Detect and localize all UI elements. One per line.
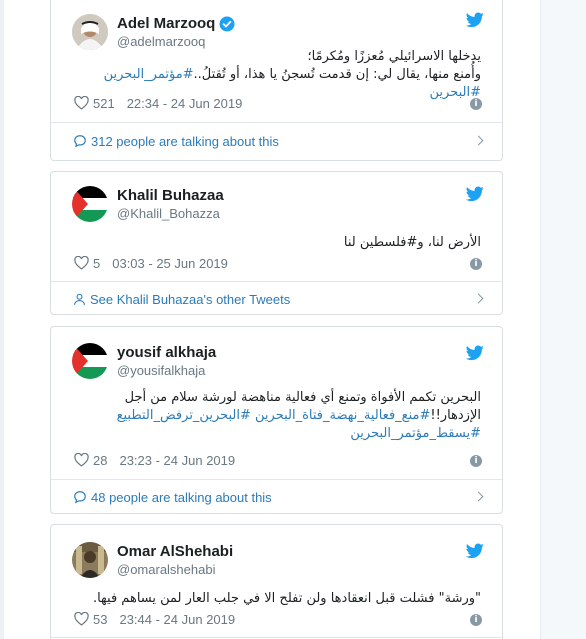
tweet-header: yousif alkhaja @yousifalkhaja — [72, 339, 216, 383]
info-icon[interactable]: i — [470, 614, 482, 626]
card-divider — [51, 281, 502, 282]
conversation-label[interactable]: 312 people are talking about this — [91, 134, 279, 149]
info-icon[interactable]: i — [470, 455, 482, 467]
avatar[interactable] — [72, 14, 108, 50]
tweet-meta: 5 03:03 - 25 Jun 2019 — [74, 254, 228, 272]
tweet-text: "ورشة" فشلت قبل انعقادها ولن تفلح الا في… — [72, 590, 481, 608]
tweet-timestamp[interactable]: 22:34 - 24 Jun 2019 — [127, 96, 243, 111]
author-handle[interactable]: @Khalil_Bohazza — [117, 205, 224, 222]
tweet-card[interactable]: Omar AlShehabi @omaralshehabi "ورشة" فشل… — [50, 524, 503, 639]
twitter-bird-icon[interactable] — [466, 345, 484, 361]
avatar[interactable] — [72, 186, 108, 222]
chevron-right-icon[interactable] — [473, 135, 484, 146]
author-handle[interactable]: @omaralshehabi — [117, 561, 233, 578]
info-icon[interactable]: i — [470, 258, 482, 270]
author-name[interactable]: Omar AlShehabi — [117, 542, 233, 561]
heart-icon[interactable] — [74, 453, 89, 467]
conversation-link[interactable]: 48 people are talking about this — [73, 487, 484, 507]
palestine-flag-icon — [72, 343, 108, 379]
verified-badge-icon — [219, 16, 235, 31]
heart-icon[interactable] — [74, 96, 89, 110]
twitter-bird-icon[interactable] — [466, 543, 484, 559]
like-count[interactable]: 53 — [93, 612, 107, 627]
palestine-flag-icon — [72, 186, 108, 222]
tweet-timestamp[interactable]: 23:23 - 24 Jun 2019 — [119, 453, 235, 468]
chevron-right-icon[interactable] — [473, 491, 484, 502]
author-handle[interactable]: @yousifalkhaja — [117, 362, 216, 379]
conversation-link[interactable]: 312 people are talking about this — [73, 131, 484, 151]
tweet-text-line: يدخلها الاسرائيلي مُعززًا ومُكرمًا؛ — [307, 49, 481, 64]
tweet-text-line: الأرض لنا، و#فلسطين لنا — [343, 235, 481, 250]
tweet-meta: 53 23:44 - 24 Jun 2019 — [74, 610, 235, 628]
tweet-text-line: البحرين تكمم الأفواة وتمنع أي فعالية منا… — [124, 390, 481, 405]
other-tweets-label[interactable]: See Khalil Buhazaa's other Tweets — [90, 292, 290, 307]
tweet-header: Omar AlShehabi @omaralshehabi — [72, 538, 233, 582]
speech-bubble-icon — [74, 491, 86, 504]
other-tweets-link[interactable]: See Khalil Buhazaa's other Tweets — [73, 289, 484, 309]
tweet-text-line: الإزدهار!! — [430, 408, 481, 423]
tweet-header: Khalil Buhazaa @Khalil_Bohazza — [72, 182, 224, 226]
card-divider — [51, 637, 502, 638]
tweet-text-line: وأُمنع منها، يقال لي: إن قدمت تُسجنُ يا … — [193, 67, 481, 82]
twitter-bird-icon[interactable] — [466, 186, 484, 202]
heart-icon[interactable] — [74, 256, 89, 270]
tweet-meta: 521 22:34 - 24 Jun 2019 — [74, 94, 242, 112]
tweet-timestamp[interactable]: 23:44 - 24 Jun 2019 — [119, 612, 235, 627]
page-edge — [0, 0, 4, 639]
like-count[interactable]: 28 — [93, 453, 107, 468]
like-count[interactable]: 5 — [93, 256, 100, 271]
avatar[interactable] — [72, 542, 108, 578]
chevron-right-icon[interactable] — [473, 293, 484, 304]
right-gutter — [540, 0, 586, 639]
tweet-text: الأرض لنا، و#فلسطين لنا — [72, 234, 481, 252]
author-name[interactable]: Khalil Buhazaa — [117, 186, 224, 205]
speech-bubble-icon — [74, 135, 86, 148]
tweet-card[interactable]: Adel Marzooq @adelmarzooq يدخلها الاسرائ… — [50, 0, 503, 161]
person-icon — [74, 293, 85, 305]
conversation-label[interactable]: 48 people are talking about this — [91, 490, 272, 505]
tweet-text: البحرين تكمم الأفواة وتمنع أي فعالية منا… — [72, 389, 481, 443]
info-icon[interactable]: i — [470, 98, 482, 110]
hashtag-link[interactable]: #منع_فعالية_نهضة_فتاة_البحرين #البحرين_ت… — [117, 408, 431, 423]
tweet-text-line: "ورشة" فشلت قبل انعقادها ولن تفلح الا في… — [92, 591, 481, 606]
card-divider — [51, 479, 502, 480]
author-name[interactable]: Adel Marzooq — [117, 14, 215, 33]
tweet-meta: 28 23:23 - 24 Jun 2019 — [74, 451, 235, 469]
tweet-timestamp[interactable]: 03:03 - 25 Jun 2019 — [112, 256, 228, 271]
like-count[interactable]: 521 — [93, 96, 115, 111]
tweet-card[interactable]: Khalil Buhazaa @Khalil_Bohazza الأرض لنا… — [50, 171, 503, 315]
author-name[interactable]: yousif alkhaja — [117, 343, 216, 362]
tweet-card[interactable]: yousif alkhaja @yousifalkhaja البحرين تك… — [50, 326, 503, 514]
heart-icon[interactable] — [74, 612, 89, 626]
card-divider — [51, 122, 502, 123]
hashtag-link[interactable]: #يسقط_مؤتمر_البحرين — [350, 426, 481, 441]
avatar[interactable] — [72, 343, 108, 379]
twitter-bird-icon[interactable] — [466, 12, 484, 28]
